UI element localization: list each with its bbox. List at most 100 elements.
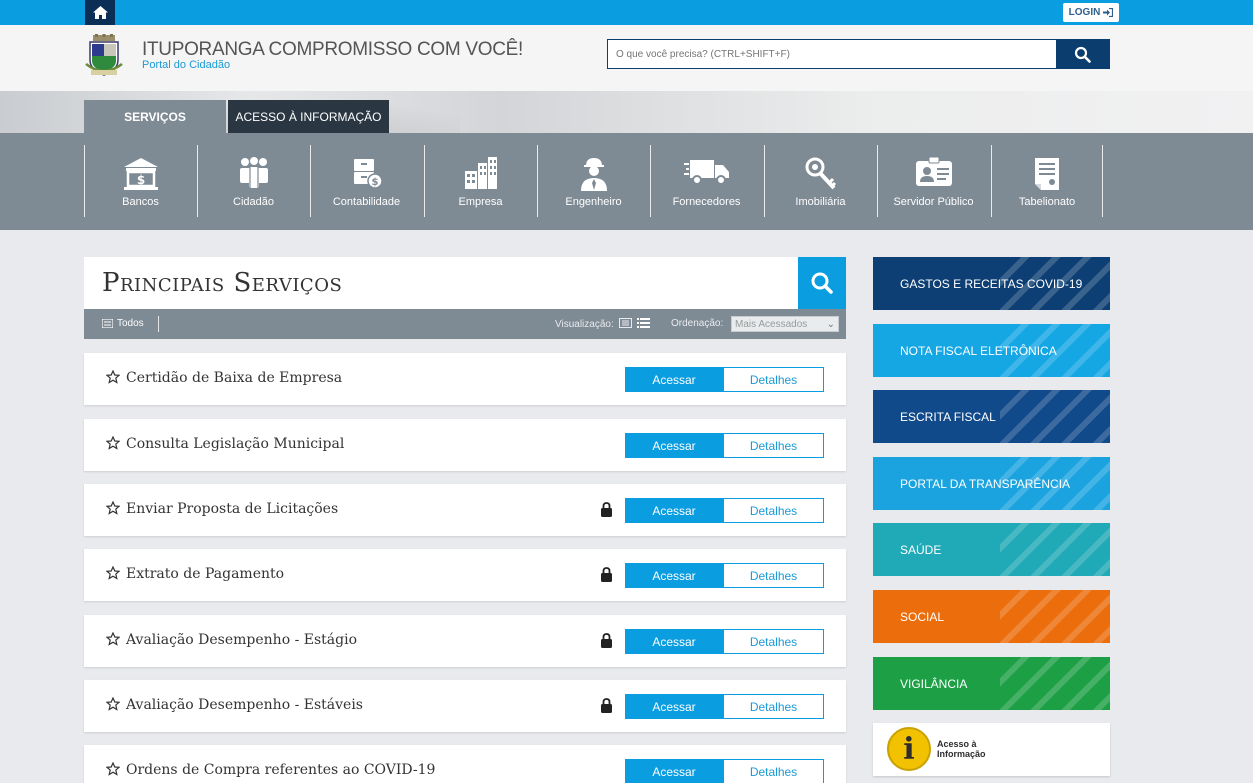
order-select[interactable]: Mais Acessados ⌄ <box>731 316 839 332</box>
acesso-informacao-tile[interactable]: i Acesso à Informação <box>873 723 1110 776</box>
detalhes-button[interactable]: Detalhes <box>723 433 824 458</box>
list-view-icon[interactable] <box>636 318 650 331</box>
service-title: Avaliação Desempenho - Estáveis <box>126 697 363 713</box>
services-header: Principais Serviços <box>84 257 846 309</box>
service-title: Certidão de Baixa de Empresa <box>126 370 343 386</box>
municipal-crest[interactable] <box>85 34 123 78</box>
tile-pattern <box>1000 590 1110 643</box>
star-icon[interactable] <box>106 697 120 711</box>
order-select-value: Mais Acessados <box>735 319 808 330</box>
sign-in-icon <box>1103 8 1114 17</box>
tile-escrita-fiscal[interactable]: ESCRITA FISCAL <box>873 390 1110 443</box>
service-title: Avaliação Desempenho - Estágio <box>126 632 358 648</box>
detalhes-button[interactable]: Detalhes <box>723 694 824 719</box>
home-button[interactable] <box>85 0 115 25</box>
list-icon <box>102 319 113 328</box>
service-row: Certidão de Baixa de Empresa Acessar Det… <box>84 353 846 405</box>
tile-social[interactable]: SOCIAL <box>873 590 1110 643</box>
buildings-icon <box>464 157 497 189</box>
order-label: Ordenação: <box>671 318 724 329</box>
tile-label: SAÚDE <box>900 542 942 557</box>
filter-all-label: Todos <box>117 318 144 329</box>
category-fornecedores[interactable]: Fornecedores <box>650 145 762 217</box>
tile-saude[interactable]: SAÚDE <box>873 523 1110 576</box>
category-label: Cidadão <box>233 196 274 208</box>
info-icon: i <box>887 727 931 771</box>
tab-servicos[interactable]: SERVIÇOS <box>84 100 226 133</box>
category-label: Servidor Público <box>893 196 974 208</box>
category-contabilidade[interactable]: $ Contabilidade <box>310 145 422 217</box>
detalhes-button[interactable]: Detalhes <box>723 629 824 654</box>
filter-all[interactable]: Todos <box>102 318 144 329</box>
tile-label: GASTOS E RECEITAS COVID-19 <box>900 276 1083 291</box>
service-title: Extrato de Pagamento <box>126 566 285 582</box>
star-icon[interactable] <box>106 632 120 646</box>
divider <box>158 316 159 332</box>
search-icon <box>811 272 833 294</box>
category-label: Fornecedores <box>672 196 741 208</box>
detalhes-button[interactable]: Detalhes <box>723 563 824 588</box>
service-row: Avaliação Desempenho - Estágio Acessar D… <box>84 615 846 667</box>
category-engenheiro[interactable]: Engenheiro <box>537 145 649 217</box>
tile-label: SOCIAL <box>900 609 945 624</box>
site-subtitle-link[interactable]: Portal do Cidadão <box>142 59 230 71</box>
category-label: Engenheiro <box>565 196 622 208</box>
document-icon <box>1035 158 1059 190</box>
tile-nota-fiscal[interactable]: NOTA FISCAL ELETRÔNICA <box>873 324 1110 377</box>
login-button[interactable]: LOGIN <box>1063 3 1119 22</box>
key-icon <box>805 157 836 190</box>
acessar-button[interactable]: Acessar <box>625 367 723 392</box>
lock-icon <box>601 698 612 713</box>
tile-label: NOTA FISCAL ELETRÔNICA <box>900 343 1057 358</box>
detalhes-button[interactable]: Detalhes <box>723 759 824 783</box>
view-label: Visualização: <box>555 319 614 330</box>
global-search-button[interactable] <box>1056 40 1109 68</box>
service-title: Consulta Legislação Municipal <box>126 436 345 452</box>
lock-icon <box>601 502 612 517</box>
category-servidor-publico[interactable]: Servidor Público <box>877 145 989 217</box>
category-tabelionato[interactable]: Tabelionato <box>991 145 1103 217</box>
detalhes-button[interactable]: Detalhes <box>723 498 824 523</box>
service-row: Ordens de Compra referentes ao COVID-19 … <box>84 745 846 783</box>
star-icon[interactable] <box>106 566 120 580</box>
home-icon <box>92 6 108 19</box>
acessar-button[interactable]: Acessar <box>625 498 723 523</box>
category-label: Tabelionato <box>1018 196 1076 208</box>
services-search-button[interactable] <box>798 257 846 309</box>
cabinet-icon: $ <box>353 159 383 189</box>
acessar-button[interactable]: Acessar <box>625 433 723 458</box>
page-title: Principais Serviços <box>102 268 343 298</box>
services-filter-bar: Todos Visualização: Ordenação: Mais Aces… <box>84 309 846 339</box>
star-icon[interactable] <box>106 501 120 515</box>
tile-gastos-covid[interactable]: GASTOS E RECEITAS COVID-19 <box>873 257 1110 310</box>
tile-portal-transparencia[interactable]: PORTAL DA TRANSPARÊNCIA <box>873 457 1110 510</box>
acessar-button[interactable]: Acessar <box>625 759 723 783</box>
tile-pattern <box>1000 390 1110 443</box>
grid-view-icon[interactable] <box>618 318 632 331</box>
tab-acesso-informacao[interactable]: ACESSO À INFORMAÇÃO <box>228 100 389 133</box>
service-title: Ordens de Compra referentes ao COVID-19 <box>126 762 436 778</box>
category-empresa[interactable]: Empresa <box>424 145 536 217</box>
detalhes-button[interactable]: Detalhes <box>723 367 824 392</box>
acessar-button[interactable]: Acessar <box>625 629 723 654</box>
tile-vigilancia[interactable]: VIGILÂNCIA <box>873 657 1110 710</box>
lock-icon <box>601 567 612 582</box>
category-cidadao[interactable]: Cidadão <box>197 145 309 217</box>
engineer-icon <box>580 158 607 191</box>
acessar-button[interactable]: Acessar <box>625 563 723 588</box>
star-icon[interactable] <box>106 436 120 450</box>
people-icon <box>239 157 268 188</box>
service-row: Enviar Proposta de Licitações Acessar De… <box>84 484 846 536</box>
global-search-input[interactable] <box>608 40 1056 68</box>
id-card-icon <box>915 157 952 186</box>
star-icon[interactable] <box>106 370 120 384</box>
tile-pattern <box>1000 657 1110 710</box>
category-bancos[interactable]: $ Bancos <box>84 145 196 217</box>
star-icon[interactable] <box>106 762 120 776</box>
acessar-button[interactable]: Acessar <box>625 694 723 719</box>
service-row: Avaliação Desempenho - Estáveis Acessar … <box>84 680 846 732</box>
view-switcher: Visualização: <box>555 318 650 331</box>
category-imobiliaria[interactable]: Imobiliária <box>764 145 876 217</box>
tile-label: ESCRITA FISCAL <box>900 409 996 424</box>
site-header: ITUPORANGA COMPROMISSO COM VOCÊ! Portal … <box>0 25 1253 91</box>
